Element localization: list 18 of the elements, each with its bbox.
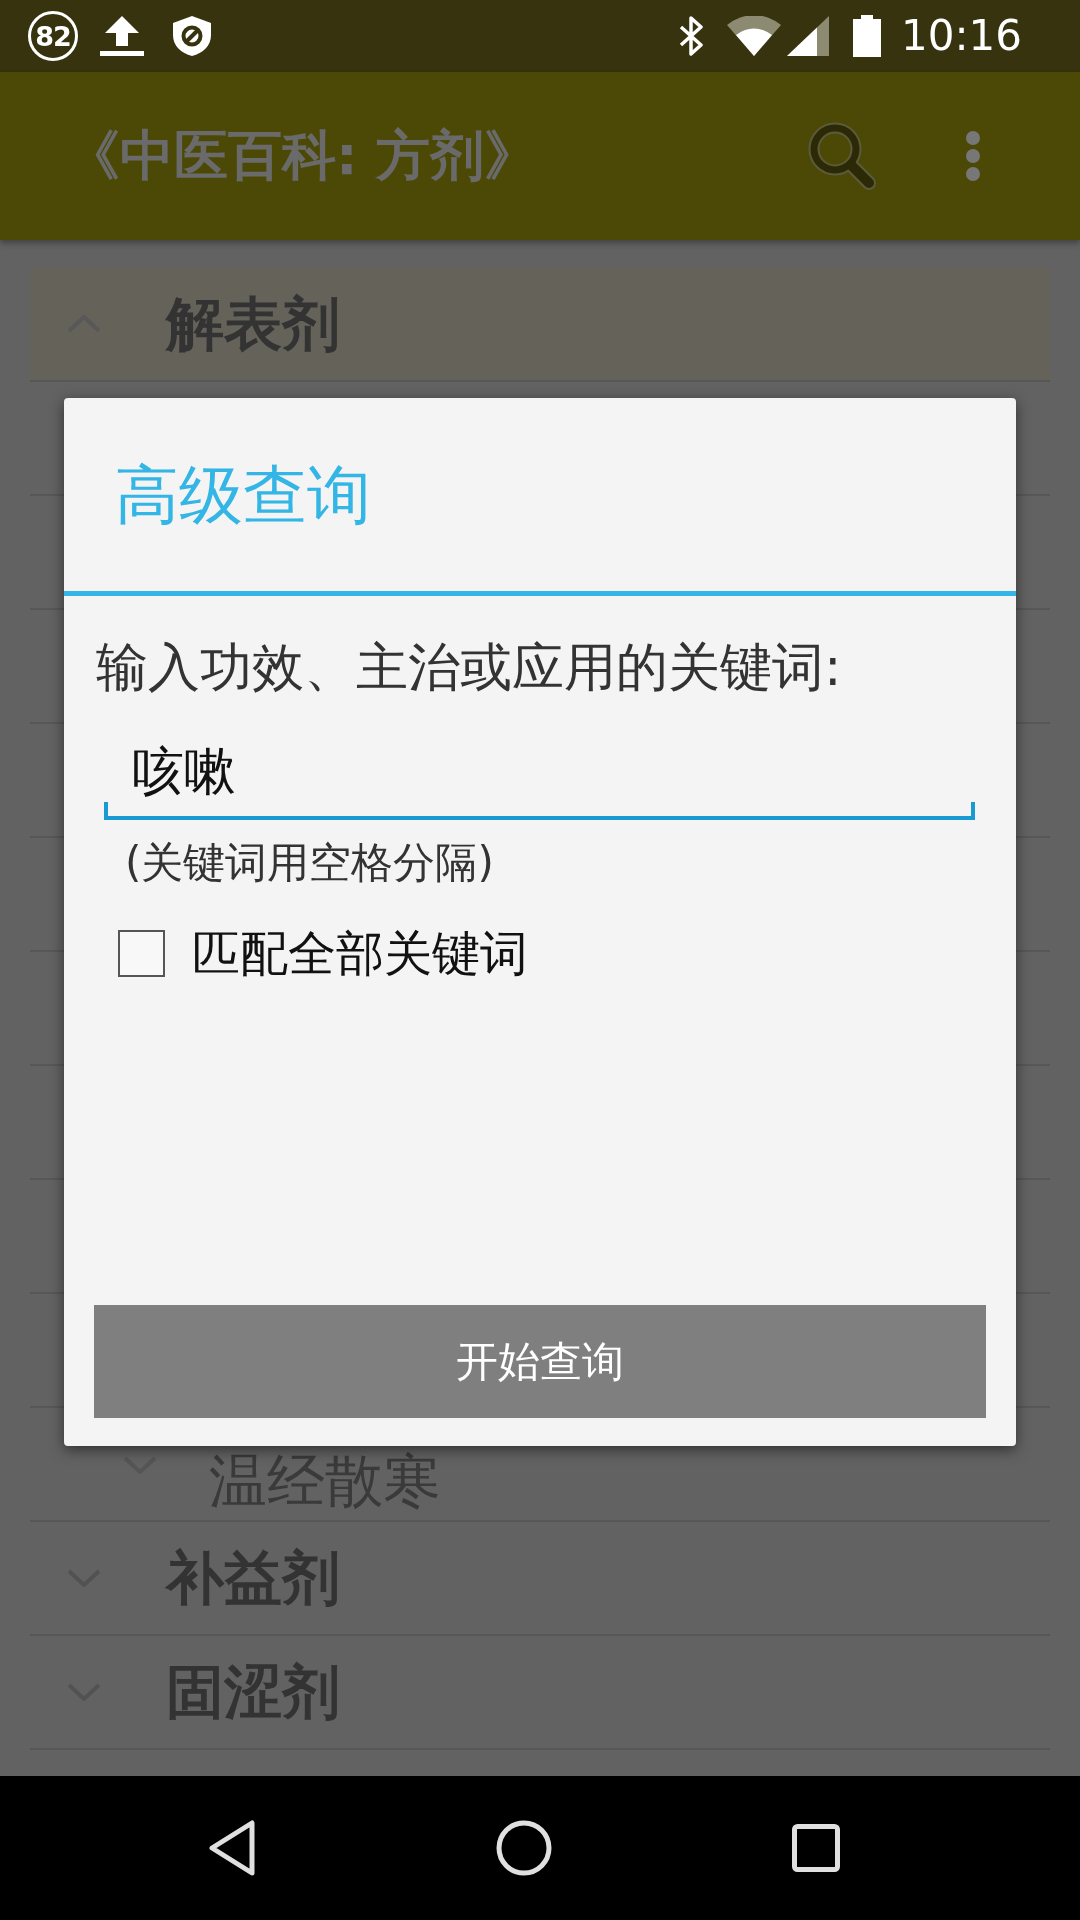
- prompt-label: 输入功效、主治或应用的关键词:: [96, 636, 842, 698]
- search-button[interactable]: 开始查询: [94, 1305, 986, 1418]
- count-badge: 82: [28, 11, 78, 61]
- recents-icon[interactable]: [792, 1824, 840, 1872]
- checkbox[interactable]: [118, 929, 165, 977]
- battery-icon: [852, 15, 881, 57]
- shield-icon: [173, 16, 211, 56]
- bluetooth-icon: [678, 16, 705, 56]
- app-title: 《中医百科: 方剂》: [66, 122, 539, 189]
- checkbox-label[interactable]: 匹配全部关键词: [192, 924, 528, 982]
- signal-icon: [786, 16, 829, 56]
- hint-text: (关键词用空格分隔): [125, 838, 494, 888]
- home-icon[interactable]: [496, 1820, 552, 1876]
- wifi-icon: [726, 16, 781, 56]
- clock-time: 10:16: [900, 15, 1022, 57]
- dialog-title: 高级查询: [115, 462, 371, 527]
- upload-icon: [100, 16, 144, 56]
- back-icon[interactable]: [208, 1820, 256, 1876]
